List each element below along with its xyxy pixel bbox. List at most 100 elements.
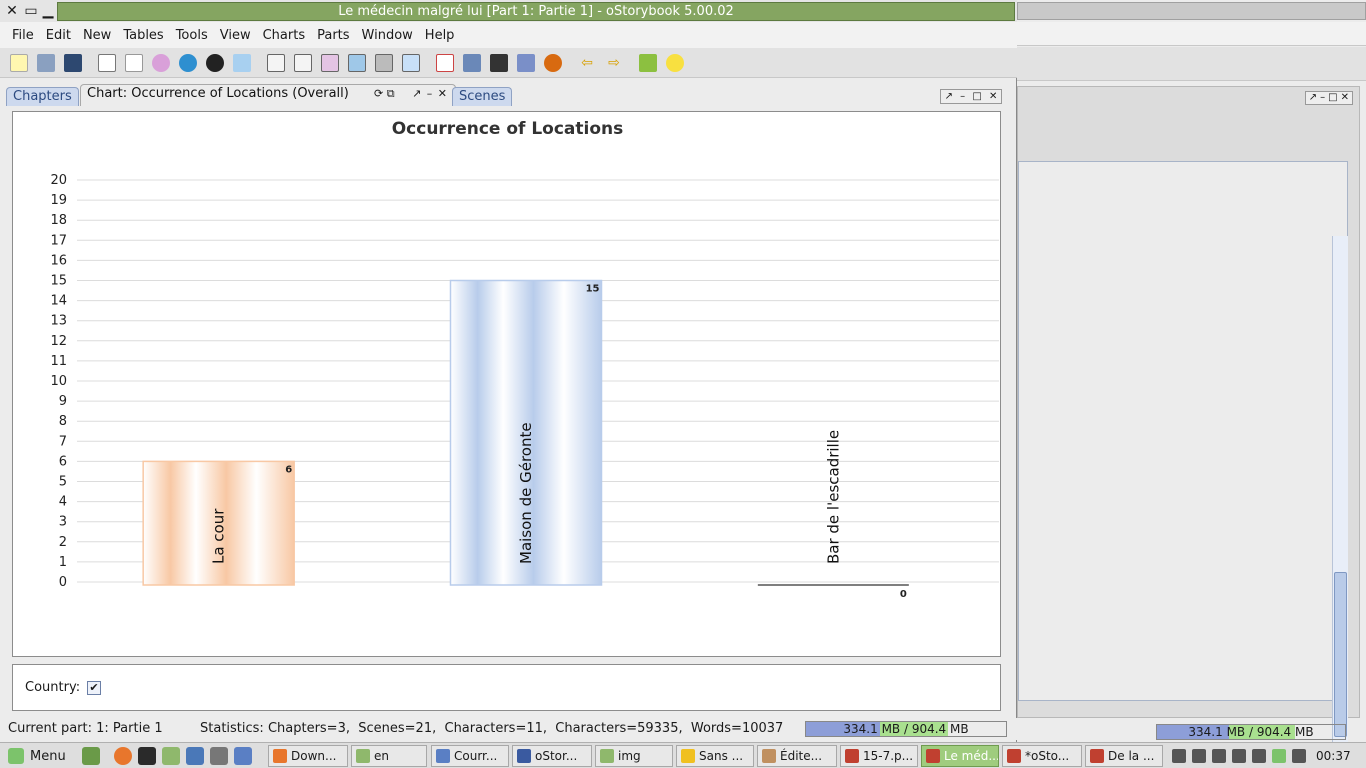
task-mail[interactable]: Courr... xyxy=(431,745,509,767)
y-tick-label: 7 xyxy=(59,434,67,449)
restore-icon[interactable]: ▭ xyxy=(23,3,39,19)
next-part-icon[interactable]: ⇨ xyxy=(601,50,627,76)
options-panel: Country: ✔ xyxy=(12,664,1001,711)
background-scrollbar[interactable] xyxy=(1332,236,1348,750)
menu-new[interactable]: New xyxy=(77,28,117,43)
task-pdf[interactable]: 15-7.p... xyxy=(840,745,918,767)
y-tick-label: 20 xyxy=(50,173,67,188)
network-icon[interactable] xyxy=(1292,749,1306,763)
battery-icon[interactable] xyxy=(1252,749,1266,763)
open-folder-icon[interactable] xyxy=(33,50,59,76)
user-icon[interactable] xyxy=(1172,749,1186,763)
main-window: ✕ ▭ ▁ Le médecin malgré lui [Part 1: Par… xyxy=(0,0,1017,742)
maximize-icon[interactable]: □ xyxy=(972,90,981,103)
minimize-icon[interactable]: ▁ xyxy=(40,3,56,19)
task-en[interactable]: en xyxy=(351,745,427,767)
book-icon[interactable] xyxy=(459,50,485,76)
new-file-icon[interactable] xyxy=(6,50,32,76)
minimize-icon[interactable]: – xyxy=(1320,92,1325,104)
task-le-medecin[interactable]: Le méd... xyxy=(921,745,999,767)
task-editeur[interactable]: Édite... xyxy=(757,745,837,767)
app-icon[interactable] xyxy=(186,747,204,765)
memory-indicator[interactable]: 334.1 MB / 904.4 MB xyxy=(805,721,1007,737)
close-icon[interactable]: ✕ xyxy=(1341,92,1349,104)
files-icon[interactable] xyxy=(162,747,180,765)
task-img[interactable]: img xyxy=(595,745,673,767)
save-icon[interactable] xyxy=(60,50,86,76)
chapters-table-icon[interactable] xyxy=(263,50,289,76)
menu-help[interactable]: Help xyxy=(419,28,461,43)
background-menubar xyxy=(1017,22,1366,46)
y-tick-label: 6 xyxy=(59,454,67,469)
refresh-icon[interactable]: ⟳ xyxy=(374,87,383,100)
menu-window[interactable]: Window xyxy=(356,28,419,43)
undock-icon[interactable]: ↗ xyxy=(1309,92,1317,104)
scenes-table-icon[interactable] xyxy=(290,50,316,76)
task-downloads[interactable]: Down... xyxy=(268,745,348,767)
update-shield-icon[interactable] xyxy=(1272,749,1286,763)
minimize-icon[interactable]: – xyxy=(960,90,965,103)
new-item-icon[interactable] xyxy=(202,50,228,76)
virtualbox-icon[interactable] xyxy=(234,747,252,765)
task-ostorybook-2[interactable]: *oSto... xyxy=(1002,745,1082,767)
clock[interactable]: 00:37 xyxy=(1316,749,1351,763)
new-location-icon[interactable] xyxy=(175,50,201,76)
new-scene-icon[interactable] xyxy=(121,50,147,76)
menu-file[interactable]: File xyxy=(6,28,40,43)
window-titlebar[interactable]: ✕ ▭ ▁ Le médecin malgré lui [Part 1: Par… xyxy=(0,0,1017,22)
menu-tables[interactable]: Tables xyxy=(117,28,169,43)
background-panel-controls[interactable]: ↗ – □ ✕ xyxy=(1304,91,1353,105)
idea-folder-icon[interactable] xyxy=(635,50,661,76)
task-de-la[interactable]: De la ... xyxy=(1085,745,1163,767)
items-table-icon[interactable] xyxy=(371,50,397,76)
panel-controls: ↗ – □ ✕ xyxy=(940,89,1002,104)
y-tick-label: 16 xyxy=(50,253,67,268)
previous-part-icon[interactable]: ⇦ xyxy=(574,50,600,76)
background-scroll-thumb[interactable] xyxy=(1334,572,1347,737)
country-checkbox[interactable]: ✔ xyxy=(87,681,101,695)
menu-view[interactable]: View xyxy=(214,28,257,43)
lightbulb-icon[interactable] xyxy=(662,50,688,76)
start-menu-button[interactable]: Menu xyxy=(2,745,72,767)
toolbar: ⇦ ⇨ xyxy=(0,48,1017,78)
tab-scenes[interactable]: Scenes xyxy=(452,87,513,106)
memoria-icon[interactable] xyxy=(540,50,566,76)
calendar-icon[interactable] xyxy=(432,50,458,76)
new-chapter-icon[interactable] xyxy=(94,50,120,76)
background-content xyxy=(1018,161,1348,750)
undock-icon[interactable]: ↗ xyxy=(412,87,421,100)
close-icon[interactable]: ✕ xyxy=(989,90,997,103)
minimize-icon[interactable]: – xyxy=(427,87,433,100)
wifi-icon[interactable] xyxy=(1212,749,1226,763)
menu-charts[interactable]: Charts xyxy=(257,28,312,43)
y-tick-label: 19 xyxy=(50,193,67,208)
chart-canvas: 012345678910111213141516171819206La cour… xyxy=(50,173,999,600)
undock-icon[interactable]: ↗ xyxy=(945,90,953,103)
characters-table-icon[interactable] xyxy=(317,50,343,76)
menu-tools[interactable]: Tools xyxy=(170,28,214,43)
show-desktop-icon[interactable] xyxy=(82,747,100,765)
maximize-icon[interactable]: □ xyxy=(1328,92,1337,104)
tags-table-icon[interactable] xyxy=(398,50,424,76)
export-icon[interactable]: ⧉ xyxy=(387,87,395,100)
menu-edit[interactable]: Edit xyxy=(40,28,77,43)
task-sans[interactable]: Sans ... xyxy=(676,745,754,767)
tab-chapters[interactable]: Chapters xyxy=(6,87,79,106)
terminal-icon[interactable] xyxy=(138,747,156,765)
volume-icon[interactable] xyxy=(1232,749,1246,763)
background-titlebar[interactable] xyxy=(1017,2,1366,20)
locations-table-icon[interactable] xyxy=(344,50,370,76)
reading-icon[interactable] xyxy=(513,50,539,76)
task-ostorybook[interactable]: oStor... xyxy=(512,745,592,767)
y-tick-label: 15 xyxy=(50,274,67,289)
clipboard-icon[interactable] xyxy=(1192,749,1206,763)
close-icon[interactable]: ✕ xyxy=(438,87,447,100)
firefox-icon[interactable] xyxy=(114,747,132,765)
y-tick-label: 3 xyxy=(59,515,67,530)
new-character-icon[interactable] xyxy=(148,50,174,76)
screenshot-icon[interactable] xyxy=(210,747,228,765)
close-icon[interactable]: ✕ xyxy=(4,3,20,19)
manage-icon[interactable] xyxy=(486,50,512,76)
new-tag-icon[interactable] xyxy=(229,50,255,76)
menu-parts[interactable]: Parts xyxy=(311,28,355,43)
